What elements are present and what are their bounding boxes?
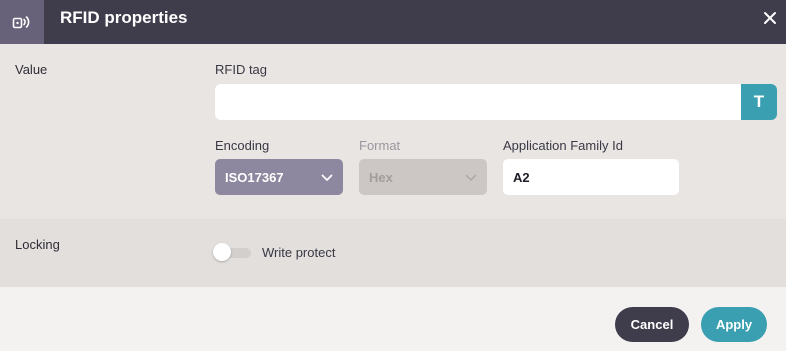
chevron-down-icon — [321, 170, 333, 185]
toggle-knob — [213, 243, 231, 261]
locking-section-label: Locking — [15, 237, 60, 252]
locking-section: Locking Write protect — [0, 219, 786, 287]
rfid-tag-input[interactable] — [215, 84, 741, 120]
rfid-properties-dialog: RFID properties Value RFID tag T Encodin… — [0, 0, 786, 351]
dialog-header: RFID properties — [0, 0, 786, 44]
chevron-down-icon — [465, 170, 477, 185]
value-section-label: Value — [15, 62, 48, 77]
rfid-tag-label: RFID tag — [215, 62, 268, 77]
application-family-id-input[interactable] — [503, 159, 679, 195]
write-protect-label: Write protect — [262, 245, 336, 260]
encoding-label: Encoding — [215, 138, 270, 153]
application-family-id-label: Application Family Id — [503, 138, 623, 153]
format-selected-value: Hex — [369, 169, 393, 185]
format-select: Hex — [359, 159, 487, 195]
format-label: Format — [359, 138, 401, 153]
encoding-selected-value: ISO17367 — [225, 169, 284, 185]
apply-button[interactable]: Apply — [701, 307, 767, 342]
value-section: Value RFID tag T Encoding ISO17367 Forma… — [0, 44, 786, 219]
text-mode-button[interactable]: T — [741, 84, 777, 120]
encoding-select[interactable]: ISO17367 — [215, 159, 343, 195]
dialog-title: RFID properties — [60, 8, 188, 27]
close-icon[interactable] — [762, 10, 778, 26]
rfid-icon — [0, 0, 44, 44]
write-protect-toggle[interactable] — [213, 243, 251, 263]
cancel-button[interactable]: Cancel — [615, 307, 689, 342]
